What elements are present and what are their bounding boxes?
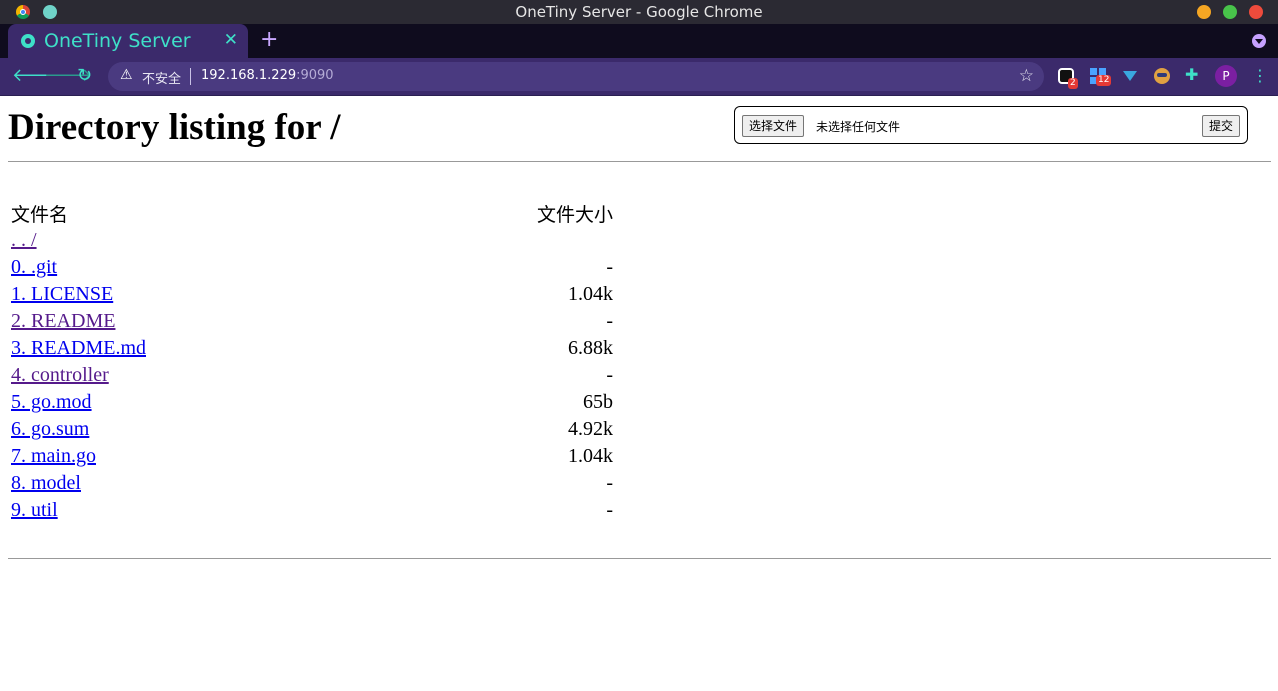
file-size: 1.04k — [568, 283, 614, 305]
file-size: 4.92k — [568, 418, 614, 440]
file-size: 6.88k — [568, 337, 614, 359]
url-host: 192.168.1.229 — [201, 68, 297, 83]
extension-count-badge: 2 — [1068, 78, 1078, 89]
file-link[interactable]: 9. util — [11, 499, 58, 521]
file-link[interactable]: 7. main.go — [11, 445, 96, 467]
divider-top — [8, 161, 1271, 162]
column-header-size: 文件大小 — [537, 204, 614, 226]
page-title: Directory listing for / — [8, 107, 341, 148]
table-row: 0. .git - — [10, 254, 614, 281]
table-row: 5. go.mod 65b — [10, 389, 614, 416]
submit-button[interactable]: 提交 — [1201, 115, 1240, 137]
new-tab-button[interactable]: + — [260, 27, 278, 52]
tab-close-button[interactable]: ✕ — [224, 30, 238, 50]
warning-icon[interactable]: ⚠ — [120, 67, 133, 83]
file-link[interactable]: 4. controller — [11, 364, 109, 386]
extension-face-icon[interactable] — [1154, 68, 1170, 84]
file-size: - — [606, 472, 614, 494]
extension-badge-icon[interactable]: 2 — [1058, 68, 1078, 89]
upload-form: 选择文件 未选择任何文件 提交 — [734, 106, 1248, 144]
file-size: - — [606, 499, 614, 521]
security-label[interactable]: 不安全 — [142, 68, 181, 87]
file-link[interactable]: 3. README.md — [11, 337, 146, 359]
table-header-row: 文件名 文件大小 — [10, 200, 614, 227]
table-row: 9. util - — [10, 497, 614, 524]
window-title: OneTiny Server - Google Chrome — [515, 3, 763, 21]
minimize-button[interactable] — [1197, 5, 1211, 19]
table-row: 4. controller - — [10, 362, 614, 389]
file-size: - — [606, 310, 614, 332]
no-file-text: 未选择任何文件 — [816, 120, 901, 134]
extension-count-badge: 12 — [1096, 75, 1112, 86]
tab-title: OneTiny Server — [44, 30, 191, 52]
table-row: 3. README.md 6.88k — [10, 335, 614, 362]
divider-bottom — [8, 558, 1271, 559]
column-header-name: 文件名 — [11, 204, 69, 226]
globe-favicon-icon — [21, 34, 35, 48]
file-size: 1.04k — [568, 445, 614, 467]
table-row: 2. README - — [10, 308, 614, 335]
url-port: :9090 — [296, 68, 334, 83]
file-size: - — [606, 256, 614, 278]
file-link[interactable]: 8. model — [11, 472, 81, 494]
window-titlebar: OneTiny Server - Google Chrome — [0, 0, 1278, 24]
file-link[interactable]: 2. README — [11, 310, 115, 332]
file-link[interactable]: 0. .git — [11, 256, 57, 278]
maximize-button[interactable] — [1223, 5, 1237, 19]
bookmark-star-icon[interactable]: ☆ — [1019, 66, 1034, 86]
url-text[interactable]: 192.168.1.229:9090 — [201, 68, 334, 83]
file-table: 文件名 文件大小 . . / 0. .git - 1. LICENSE 1.04k 2.… — [8, 200, 616, 524]
browser-toolbar: 🡐 🡒 ↻ ⚠ 不安全 192.168.1.229:9090 ☆ 2 12 ✚ … — [0, 58, 1278, 96]
choose-file-button[interactable]: 选择文件 — [742, 115, 805, 137]
table-row: . . / — [10, 227, 614, 254]
tab-search-icon[interactable] — [1252, 34, 1266, 48]
page-content: Directory listing for / 选择文件 未选择任何文件 提交 … — [0, 96, 1278, 691]
menu-kebab-icon[interactable]: ⋮ — [1252, 66, 1268, 85]
table-row: 6. go.sum 4.92k — [10, 416, 614, 443]
file-link[interactable]: 1. LICENSE — [11, 283, 113, 305]
extensions-puzzle-icon[interactable]: ✚ — [1185, 65, 1201, 84]
tab-strip: OneTiny Server ✕ + — [0, 24, 1278, 58]
file-size: - — [606, 364, 614, 386]
extension-grid-icon[interactable]: 12 — [1090, 68, 1112, 86]
extension-funnel-icon[interactable] — [1122, 68, 1138, 84]
table-row: 8. model - — [10, 470, 614, 497]
tab-onetiny-server[interactable]: OneTiny Server ✕ — [8, 24, 248, 58]
file-link[interactable]: 5. go.mod — [11, 391, 92, 413]
profile-avatar[interactable]: P — [1215, 65, 1237, 87]
divider — [190, 68, 191, 85]
parent-directory-link[interactable]: . . / — [11, 229, 37, 251]
reload-icon[interactable]: ↻ — [77, 65, 92, 86]
address-bar[interactable]: ⚠ 不安全 192.168.1.229:9090 ☆ — [108, 62, 1044, 91]
file-link[interactable]: 6. go.sum — [11, 418, 89, 440]
close-window-button[interactable] — [1249, 5, 1263, 19]
table-row: 1. LICENSE 1.04k — [10, 281, 614, 308]
table-row: 7. main.go 1.04k — [10, 443, 614, 470]
file-size: 65b — [583, 391, 614, 413]
